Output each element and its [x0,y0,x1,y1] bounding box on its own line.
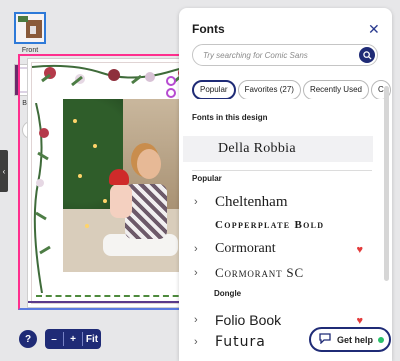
search-button[interactable] [359,47,375,63]
font-name: Cormorant [215,241,276,256]
font-search-input[interactable]: Try searching for Comic Sans [192,44,378,66]
page-thumbnail-front[interactable] [14,12,46,44]
font-item-cormorant-sc[interactable]: › Cormorant SC [192,263,377,285]
font-category-tabs: Popular Favorites (27) Recently Used C [192,79,392,99]
page-label-front: Front [21,47,39,54]
font-name: Copperplate Bold [215,219,325,231]
tab-favorites[interactable]: Favorites (27) [237,80,301,99]
get-help-button[interactable]: Get help [309,327,391,352]
front-thumbnail-image [16,14,44,42]
font-item-cormorant[interactable]: › Cormorant ♥ [192,239,377,261]
search-icon [362,50,372,60]
fonts-in-design-heading: Fonts in this design [192,113,268,122]
chevron-left-icon: ‹ [2,166,6,176]
font-name: Futura [215,334,266,350]
collapse-panel-button[interactable]: ‹ [0,150,8,192]
section-divider [192,170,372,171]
chevron-right-icon[interactable]: › [194,267,198,279]
zoom-in-button[interactable]: + [64,334,82,345]
panel-scrollbar[interactable] [384,86,389,281]
search-placeholder: Try searching for Comic Sans [203,51,308,60]
close-icon[interactable]: ✕ [368,21,380,38]
resize-handle[interactable] [166,76,176,86]
get-help-label: Get help [337,334,374,345]
fonts-panel: Fonts ✕ Try searching for Comic Sans Pop… [179,8,392,361]
font-group-dongle[interactable]: Dongle [214,289,241,298]
chevron-right-icon[interactable]: › [194,336,198,348]
favorite-heart-icon[interactable]: ♥ [356,315,363,327]
font-name: Cheltenham [215,194,288,210]
tab-popular[interactable]: Popular [192,80,236,99]
zoom-fit-button[interactable]: Fit [83,334,101,345]
chevron-right-icon[interactable]: › [194,196,198,208]
tab-recently-used[interactable]: Recently Used [302,80,369,99]
current-font-name: Della Robbia [218,141,296,156]
current-font-row[interactable]: Della Robbia [183,136,373,162]
chevron-right-icon[interactable]: › [194,314,198,326]
online-status-dot [378,336,385,343]
zoom-controls: – + Fit [45,329,101,349]
font-name: Cormorant SC [215,265,304,280]
favorite-heart-icon[interactable]: ♥ [356,244,363,256]
zoom-out-button[interactable]: – [45,334,63,345]
font-item-copperplate-bold[interactable]: Copperplate Bold [192,215,377,237]
help-button[interactable]: ? [19,330,37,348]
resize-handle[interactable] [166,88,176,98]
chat-icon [319,332,331,347]
font-item-cheltenham[interactable]: › Cheltenham [192,192,377,214]
panel-title: Fonts [192,22,225,36]
font-name: Folio Book [215,312,282,328]
popular-heading: Popular [192,174,222,183]
chevron-right-icon[interactable]: › [194,243,198,255]
